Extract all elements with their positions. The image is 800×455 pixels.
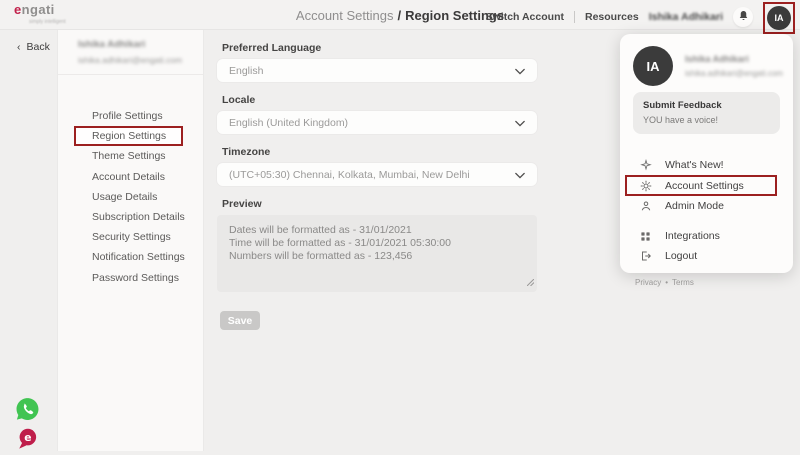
notifications-button[interactable] — [733, 7, 753, 27]
profile-avatar: IA — [633, 46, 673, 86]
sidebar-item-account-details[interactable]: Account Details — [58, 167, 203, 187]
resources-link[interactable]: Resources — [585, 11, 639, 23]
profile-panel-footer: Privacy • Terms — [633, 278, 780, 287]
sidebar-item-region-settings[interactable]: Region Settings — [74, 126, 183, 146]
menu-item-label: Integrations — [665, 230, 720, 242]
sidebar-item-subscription-details[interactable]: Subscription Details — [58, 207, 203, 227]
profile-dropdown-panel: IA Ishika Adhikari ishika.adhikari@engat… — [620, 34, 793, 273]
sidebar-item-notification-settings[interactable]: Notification Settings — [58, 247, 203, 267]
save-button[interactable]: Save — [220, 311, 260, 330]
sidebar-menu: Profile Settings Region Settings Theme S… — [58, 106, 203, 288]
preferred-language-select[interactable]: English — [217, 59, 537, 82]
top-bar-actions: Switch Account Resources Ishika Adhikari… — [486, 0, 795, 34]
preview-line-time: Time will be formatted as - 31/01/2021 0… — [229, 237, 525, 250]
preview-textarea[interactable]: Dates will be formatted as - 31/01/2021 … — [217, 215, 537, 292]
profile-identity: Ishika Adhikari ishika.adhikari@engati.c… — [685, 54, 783, 78]
top-bar: engati simply intelligent Account Settin… — [0, 0, 800, 30]
chevron-down-icon — [515, 114, 525, 132]
profile-menu-list: What's New! Account Settings Admin Mode … — [633, 155, 780, 266]
profile-panel-header: IA Ishika Adhikari ishika.adhikari@engat… — [633, 46, 780, 86]
svg-text:e: e — [24, 431, 31, 444]
locale-label: Locale — [222, 94, 537, 106]
gear-icon — [639, 180, 652, 192]
menu-item-label: Logout — [665, 250, 697, 262]
annotation-box-avatar: IA — [763, 2, 795, 34]
preview-line-numbers: Numbers will be formatted as - 123,456 — [229, 250, 525, 263]
menu-item-label: What's New! — [665, 159, 724, 171]
logout-icon — [639, 250, 652, 262]
profile-user-email: ishika.adhikari@engati.com — [685, 69, 783, 78]
preview-label: Preview — [222, 198, 537, 210]
sidebar-item-theme-settings[interactable]: Theme Settings — [58, 146, 203, 166]
chevron-down-icon — [515, 166, 525, 184]
header-user-name: Ishika Adhikari — [649, 11, 723, 23]
timezone-label: Timezone — [222, 146, 537, 158]
vertical-divider — [574, 11, 575, 23]
sidebar-user-email: ishika.adhikari@engati.com — [78, 55, 189, 65]
engati-chat-button[interactable]: e — [16, 427, 39, 450]
timezone-select[interactable]: (UTC+05:30) Chennai, Kolkata, Mumbai, Ne… — [217, 163, 537, 186]
submit-feedback-card[interactable]: Submit Feedback YOU have a voice! — [633, 92, 780, 134]
menu-item-whats-new[interactable]: What's New! — [633, 155, 780, 175]
switch-account-link[interactable]: Switch Account — [486, 11, 564, 23]
chevron-down-icon — [515, 62, 525, 80]
terms-link[interactable]: Terms — [672, 278, 694, 287]
menu-item-label: Account Settings — [665, 180, 744, 192]
resize-handle-icon[interactable] — [527, 277, 534, 290]
locale-value: English (United Kingdom) — [229, 117, 348, 129]
preferred-language-value: English — [229, 65, 263, 77]
back-label: Back — [27, 41, 50, 53]
locale-select[interactable]: English (United Kingdom) — [217, 111, 537, 134]
back-button[interactable]: ‹ Back — [17, 41, 50, 53]
back-chevron-icon: ‹ — [17, 41, 21, 53]
settings-sidebar: Ishika Adhikari ishika.adhikari@engati.c… — [57, 30, 204, 451]
sidebar-item-password-settings[interactable]: Password Settings — [58, 268, 203, 288]
bell-icon — [738, 10, 749, 25]
menu-item-integrations[interactable]: Integrations — [633, 226, 780, 246]
sidebar-item-security-settings[interactable]: Security Settings — [58, 227, 203, 247]
preview-line-dates: Dates will be formatted as - 31/01/2021 — [229, 224, 525, 237]
admin-user-icon — [639, 200, 652, 212]
footer-dot: • — [665, 278, 668, 287]
menu-item-admin-mode[interactable]: Admin Mode — [633, 196, 780, 216]
sidebar-user-name: Ishika Adhikari — [78, 39, 189, 50]
sidebar-user-block: Ishika Adhikari ishika.adhikari@engati.c… — [58, 30, 203, 75]
sparkle-icon — [639, 159, 652, 171]
whatsapp-icon — [14, 410, 41, 427]
user-avatar[interactable]: IA — [767, 6, 791, 30]
submit-feedback-title: Submit Feedback — [643, 100, 770, 111]
sidebar-item-usage-details[interactable]: Usage Details — [58, 187, 203, 207]
timezone-value: (UTC+05:30) Chennai, Kolkata, Mumbai, Ne… — [229, 169, 470, 181]
menu-item-label: Admin Mode — [665, 200, 724, 212]
menu-item-account-settings[interactable]: Account Settings — [625, 175, 777, 196]
privacy-link[interactable]: Privacy — [635, 278, 661, 287]
engati-bubble-icon: e — [16, 437, 39, 454]
menu-item-logout[interactable]: Logout — [633, 246, 780, 266]
region-settings-form: Preferred Language English Locale Englis… — [217, 30, 537, 330]
breadcrumb-separator: / — [397, 8, 401, 23]
preferred-language-label: Preferred Language — [222, 42, 537, 54]
integrations-grid-icon — [639, 231, 652, 242]
sidebar-item-profile-settings[interactable]: Profile Settings — [58, 106, 203, 126]
breadcrumb-section: Account Settings — [296, 8, 394, 23]
submit-feedback-subtitle: YOU have a voice! — [643, 115, 770, 125]
whatsapp-button[interactable] — [14, 396, 41, 423]
profile-user-name: Ishika Adhikari — [685, 54, 783, 64]
